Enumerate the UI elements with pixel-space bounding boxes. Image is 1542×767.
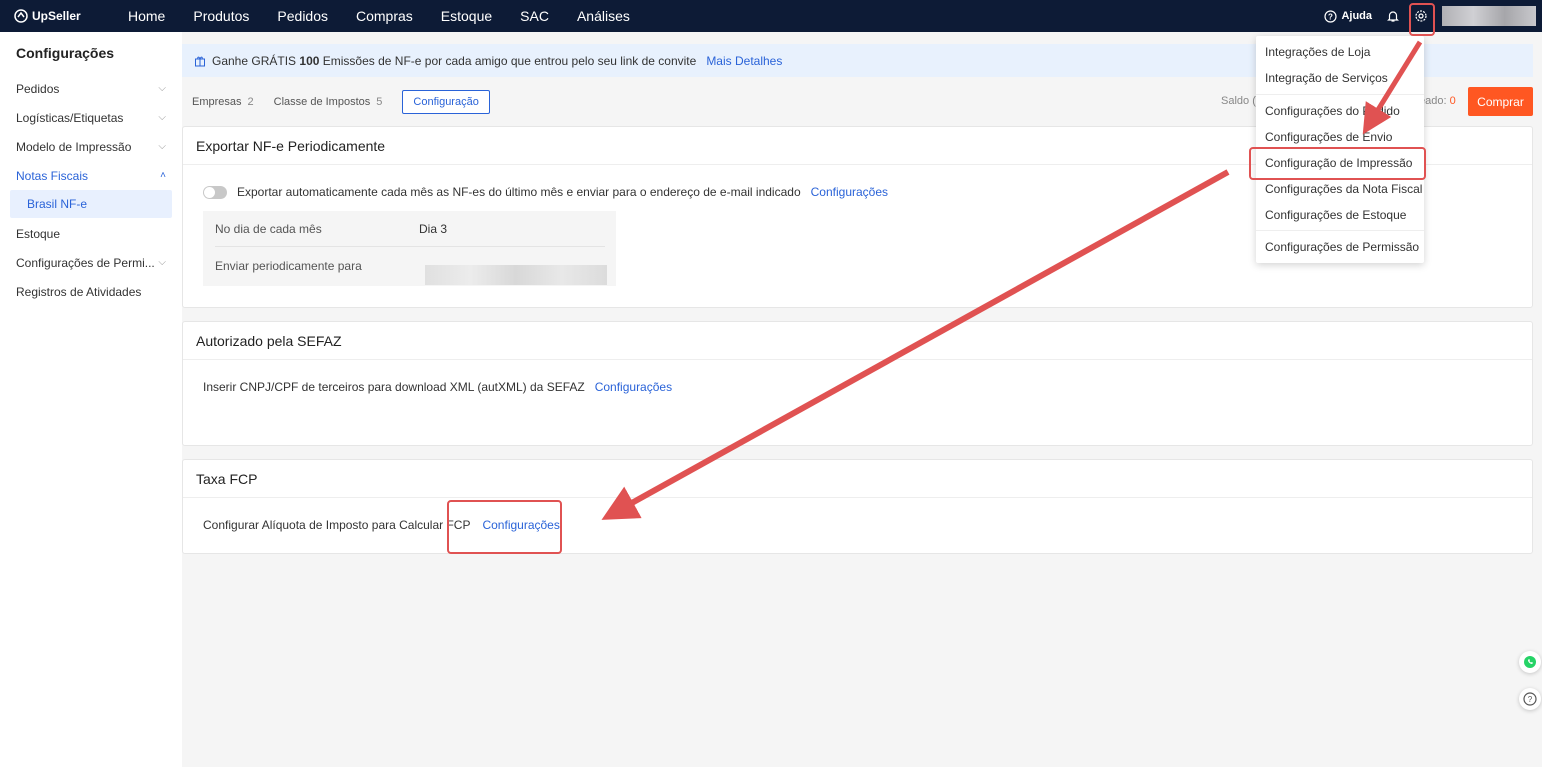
whatsapp-icon[interactable] [1519, 651, 1541, 673]
arrow-to-fcp [601, 169, 1230, 520]
svg-text:?: ? [1528, 695, 1533, 704]
arrow-to-menu [1362, 40, 1423, 135]
help-float-icon[interactable]: ? [1519, 688, 1541, 710]
annotation-arrows [601, 40, 1423, 520]
